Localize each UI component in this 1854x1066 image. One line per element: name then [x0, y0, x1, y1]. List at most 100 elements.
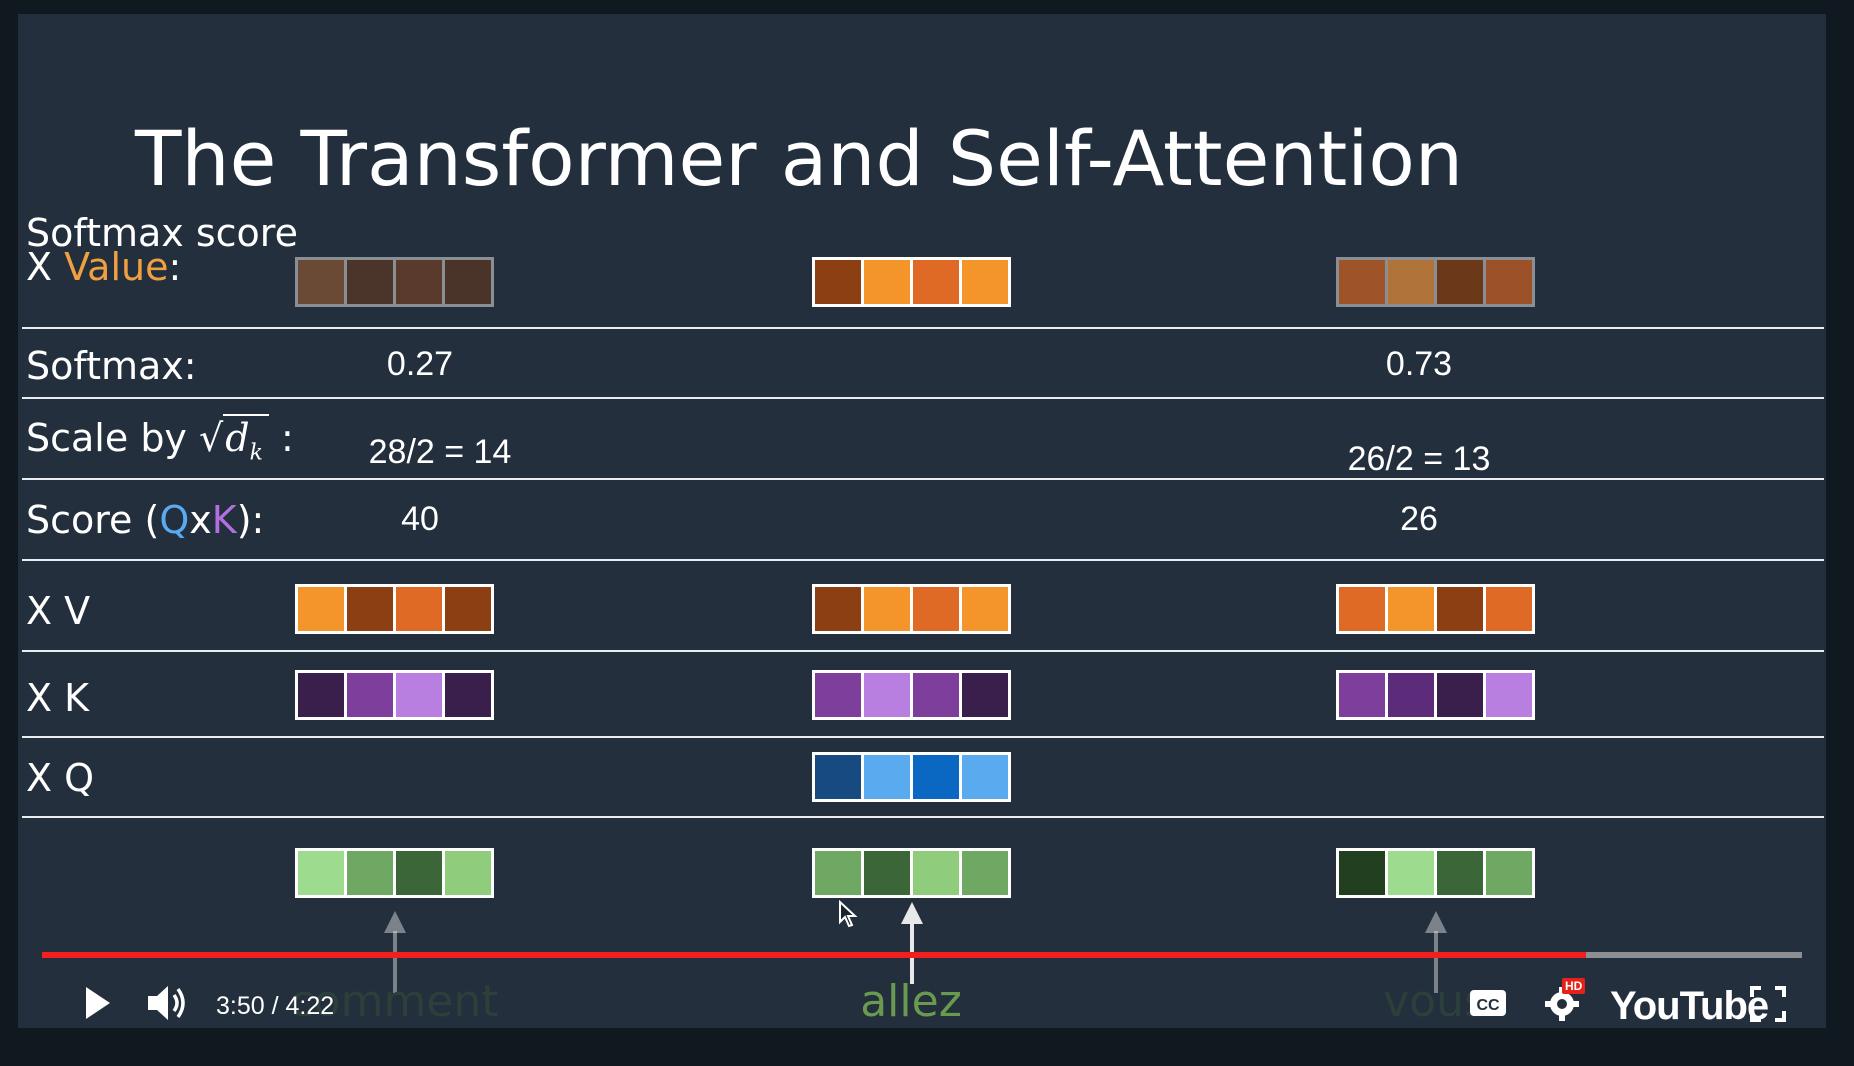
vector-cell — [864, 260, 910, 304]
vector-cell — [1486, 673, 1532, 717]
vector-cell — [396, 673, 442, 717]
time-total: 4:22 — [285, 992, 335, 1020]
vector-cell — [1437, 673, 1483, 717]
scale-value-2: 26/2 = 13 — [1347, 440, 1491, 478]
word-allez: allez — [860, 976, 962, 1027]
volume-icon[interactable] — [144, 981, 192, 1025]
vector-xq — [812, 752, 1011, 802]
time-separator: / — [264, 992, 286, 1020]
svg-text:CC: CC — [1476, 997, 1500, 1014]
arrow-up-icon — [384, 911, 406, 933]
vector-cell — [1339, 851, 1385, 895]
vector-cell — [1486, 260, 1532, 304]
vector-embedding-3 — [1336, 848, 1535, 898]
vector-cell — [1437, 587, 1483, 631]
vector-softmax-value-3 — [1336, 257, 1535, 307]
hd-badge: HD — [1562, 978, 1586, 994]
vector-cell — [1339, 673, 1385, 717]
label-k: k — [249, 440, 263, 466]
vector-cell — [347, 260, 393, 304]
vector-xv-2 — [812, 584, 1011, 634]
label-score-prefix: Score ( — [26, 498, 160, 542]
arrow-up-icon — [1425, 911, 1447, 933]
vector-cell — [298, 587, 344, 631]
label-score-suffix: ): — [236, 498, 265, 542]
vector-cell — [864, 851, 910, 895]
vector-cell — [962, 587, 1008, 631]
vector-embedding-2 — [812, 848, 1011, 898]
row-divider — [22, 650, 1824, 652]
label-d: d — [225, 416, 250, 460]
sqrt-symbol: √ — [199, 416, 224, 460]
row-divider — [22, 327, 1824, 329]
label-xk: X K — [26, 676, 90, 720]
vector-cell — [1388, 851, 1434, 895]
vector-cell — [913, 587, 959, 631]
label-xq: X Q — [26, 756, 95, 800]
fullscreen-icon[interactable] — [1748, 984, 1788, 1024]
label-scale-prefix: Scale by — [26, 416, 200, 460]
vector-cell — [815, 587, 861, 631]
vector-cell — [1486, 851, 1532, 895]
time-display: 3:50 / 4:22 — [216, 992, 334, 1021]
label-q: Q — [159, 498, 190, 542]
vector-cell — [1437, 260, 1483, 304]
vector-cell — [1339, 260, 1385, 304]
vector-cell — [913, 755, 959, 799]
vector-cell — [962, 851, 1008, 895]
vector-cell — [815, 673, 861, 717]
vector-cell — [962, 673, 1008, 717]
vector-cell — [396, 260, 442, 304]
captions-icon[interactable]: CC — [1468, 986, 1508, 1020]
vector-cell — [815, 260, 861, 304]
vector-cell — [445, 587, 491, 631]
softmax-value-2: 0.73 — [1385, 345, 1453, 383]
vector-cell — [445, 260, 491, 304]
vector-cell — [347, 673, 393, 717]
vector-cell — [1339, 587, 1385, 631]
vector-cell — [445, 673, 491, 717]
vector-cell — [445, 851, 491, 895]
mouse-cursor-icon — [839, 900, 858, 928]
vector-softmax-value-2 — [812, 257, 1011, 307]
vector-xk-1 — [295, 670, 494, 720]
vector-cell — [962, 260, 1008, 304]
vector-cell — [815, 851, 861, 895]
youtube-logo[interactable]: YouTube — [1610, 984, 1769, 1028]
label-scale: Scale by √dk : — [26, 414, 294, 466]
row-divider — [22, 736, 1824, 738]
vector-softmax-value-1 — [295, 257, 494, 307]
label-xv: X V — [26, 589, 91, 633]
label-softmax-line2: X Value: — [26, 248, 298, 286]
score-value-2: 26 — [1400, 500, 1438, 538]
vector-cell — [913, 673, 959, 717]
vector-cell — [1388, 260, 1434, 304]
label-k-letter: K — [211, 498, 237, 542]
progress-bar[interactable] — [42, 952, 1802, 958]
vector-xk-3 — [1336, 670, 1535, 720]
vector-cell — [298, 260, 344, 304]
label-softmax: Softmax: — [26, 344, 197, 388]
play-icon[interactable] — [76, 981, 116, 1025]
vector-cell — [864, 755, 910, 799]
vector-cell — [913, 260, 959, 304]
sqrt-radicand: dk — [223, 414, 269, 466]
label-score-x: x — [189, 498, 212, 542]
vector-cell — [913, 851, 959, 895]
label-x: X — [26, 245, 65, 289]
vector-cell — [815, 755, 861, 799]
vector-xk-2 — [812, 670, 1011, 720]
vector-cell — [1388, 587, 1434, 631]
progress-played — [42, 952, 1586, 958]
scale-value-1: 28/2 = 14 — [368, 433, 512, 471]
video-player[interactable]: The Transformer and Self-Attention Softm… — [18, 14, 1826, 1028]
vector-cell — [1388, 673, 1434, 717]
vector-cell — [962, 755, 1008, 799]
arrow-up-icon — [901, 902, 923, 924]
label-colon: : — [168, 245, 182, 289]
vector-cell — [396, 587, 442, 631]
softmax-value-1: 0.27 — [386, 345, 454, 383]
label-scale-colon: : — [268, 416, 294, 460]
vector-cell — [347, 587, 393, 631]
row-divider — [22, 559, 1824, 561]
